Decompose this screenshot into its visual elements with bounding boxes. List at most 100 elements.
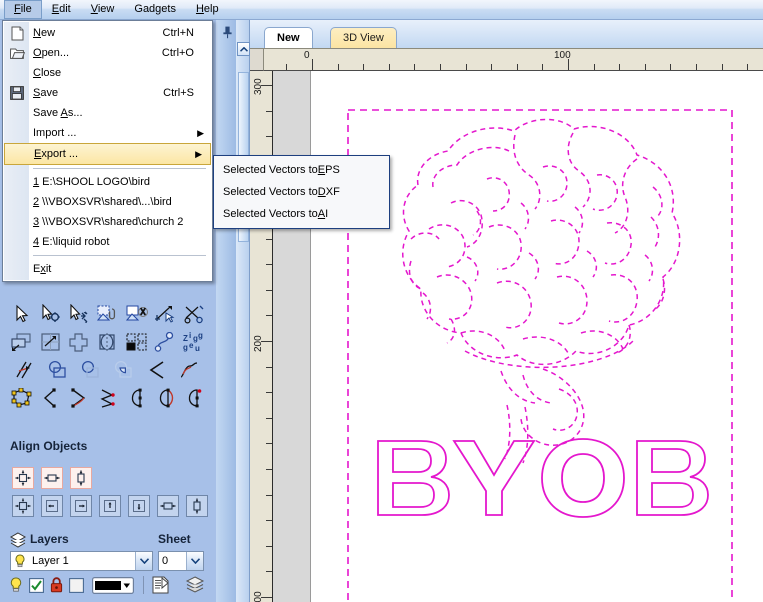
vruler-minor-tick (266, 264, 272, 266)
weld-union-tool[interactable] (41, 356, 74, 384)
tool-row-1 (8, 300, 208, 328)
menu-item-save-as[interactable]: Save As... (3, 103, 212, 123)
document-tab-strip: New 3D View (250, 20, 763, 48)
curve-node-tool[interactable] (151, 328, 180, 356)
byob-text (377, 438, 709, 518)
vruler-minor-tick (266, 417, 272, 419)
reverse-direction-tool[interactable] (179, 384, 208, 412)
submenu-item-eps[interactable]: Selected Vectors to E PS (214, 159, 389, 181)
vruler-minor-tick (266, 443, 272, 445)
subtract-tool[interactable] (74, 356, 107, 384)
swatch-empty-icon[interactable] (69, 577, 84, 593)
menu-file[interactable]: File (4, 0, 42, 19)
export-submenu[interactable]: Selected Vectors to E PS Selected Vectors… (213, 155, 390, 229)
menu-edit[interactable]: Edit (42, 0, 81, 19)
menu-item-new[interactable]: New Ctrl+N (3, 23, 212, 43)
floppy-disk-icon (8, 85, 26, 101)
menu-bar: File Edit View Gadgets Help (0, 0, 763, 20)
menu-item-recent-4[interactable]: 4 E:\liquid robot (3, 232, 212, 252)
mirror-tool[interactable] (94, 328, 123, 356)
tool-row-2: Zigggeu (8, 328, 208, 356)
menu-item-recent-3[interactable]: 3 \\VBOXSVR\shared\church 2 (3, 212, 212, 232)
smooth-node-tool[interactable] (94, 384, 123, 412)
vruler-minor-tick (266, 520, 272, 522)
align-center-horizontal-button[interactable] (41, 467, 63, 489)
hruler-major-tick (312, 59, 313, 70)
polygon-nodes-tool[interactable] (8, 384, 37, 412)
align-right-button[interactable] (70, 495, 92, 517)
menu-item-exit[interactable]: Exit (3, 259, 212, 279)
sheet-title: Sheet (158, 532, 191, 546)
menu-item-recent-1[interactable]: 1 E:\SHOOL LOGO\bird (3, 172, 212, 192)
sheet-page[interactable] (310, 71, 763, 602)
menu-item-export[interactable]: Export ... ▶ (4, 143, 211, 165)
start-point-tool[interactable] (122, 384, 151, 412)
scissors-trim-tool[interactable] (179, 300, 208, 328)
join-vectors-tool[interactable] (94, 300, 123, 328)
sheet-select[interactable]: 0 (158, 551, 204, 571)
move-center-tool[interactable] (65, 328, 94, 356)
select-arrow-tool[interactable] (8, 300, 37, 328)
align-middle-horizontal-button[interactable] (157, 495, 179, 517)
panel-pin-bar (216, 20, 236, 602)
menu-gadgets[interactable]: Gadgets (124, 0, 186, 19)
pin-icon[interactable] (222, 26, 233, 42)
color-dropdown-icon[interactable] (92, 576, 134, 594)
close-vector-tool[interactable] (122, 300, 151, 328)
align-center-vertical-button[interactable] (70, 467, 92, 489)
padlock-locked-icon[interactable] (50, 577, 63, 593)
vruler-minor-tick (266, 469, 272, 470)
menu-item-import[interactable]: Import ... ▶ (3, 123, 212, 143)
scroll-up-button[interactable] (237, 42, 250, 56)
curve-span-tool[interactable] (65, 384, 94, 412)
submenu-item-dxf[interactable]: Selected Vectors to D XF (214, 181, 389, 203)
vector-artwork[interactable] (311, 71, 763, 602)
align-bottom-button[interactable] (128, 495, 150, 517)
menu-item-recent-2[interactable]: 2 \\VBOXSVR\shared\...\bird (3, 192, 212, 212)
align-left-button[interactable] (41, 495, 63, 517)
layer-properties-icon[interactable] (151, 576, 171, 594)
transform-move-tool[interactable] (65, 300, 94, 328)
menu-file-rest: ile (20, 3, 32, 15)
insert-node-tool[interactable] (37, 384, 66, 412)
intersect-tool[interactable] (107, 356, 140, 384)
checkbox-checked-icon[interactable] (29, 577, 44, 593)
menu-gadgets-pre: G (134, 3, 143, 15)
zigzag-text-tool[interactable]: Zigggeu (179, 328, 208, 356)
align-middle-vertical-button[interactable] (186, 495, 208, 517)
hruler-minor-tick (516, 64, 518, 70)
menu-item-save[interactable]: Save Ctrl+S (3, 83, 212, 103)
corner-tool[interactable] (140, 356, 173, 384)
menu-view[interactable]: View (81, 0, 125, 19)
array-copy-tool[interactable] (122, 328, 151, 356)
measure-tool[interactable] (151, 300, 180, 328)
sheet-select-chevron-down-icon[interactable] (186, 552, 203, 570)
layer-select[interactable]: Layer 1 (10, 551, 153, 571)
align-center-both-button[interactable] (12, 467, 34, 489)
submenu-item-ai[interactable]: Selected Vectors to AI (214, 203, 389, 225)
tab-3d-view[interactable]: 3D View (330, 27, 397, 48)
lightbulb-visibility-icon[interactable] (9, 577, 23, 593)
scale-vector-tool[interactable] (37, 328, 66, 356)
fillet-tool[interactable] (8, 356, 41, 384)
menu-item-close[interactable]: Close (3, 63, 212, 83)
vruler-minor-tick (266, 571, 272, 573)
menu-file-mnemonic: F (14, 3, 21, 15)
smooth-curve-tool[interactable] (173, 356, 206, 384)
vruler-minor-tick (266, 136, 272, 138)
offset-vector-tool[interactable] (8, 328, 37, 356)
layer-select-chevron-down-icon[interactable] (135, 552, 152, 570)
align-top-button[interactable] (99, 495, 121, 517)
hruler-minor-tick (670, 64, 672, 70)
align-objects-title: Align Objects (10, 439, 88, 453)
menu-help[interactable]: Help (186, 0, 229, 19)
file-menu-dropdown[interactable]: New Ctrl+N Open... Ctrl+O Close Save Ctr… (2, 20, 213, 282)
menu-view-mnemonic: V (90, 3, 98, 15)
node-edit-tool[interactable] (37, 300, 66, 328)
menu-item-open[interactable]: Open... Ctrl+O (3, 43, 212, 63)
tab-new[interactable]: New (264, 27, 313, 48)
drawing-canvas[interactable] (273, 71, 763, 602)
align-center-page-button[interactable] (12, 495, 34, 517)
merge-layers-icon[interactable] (185, 576, 205, 594)
close-shape-tool[interactable] (151, 384, 180, 412)
